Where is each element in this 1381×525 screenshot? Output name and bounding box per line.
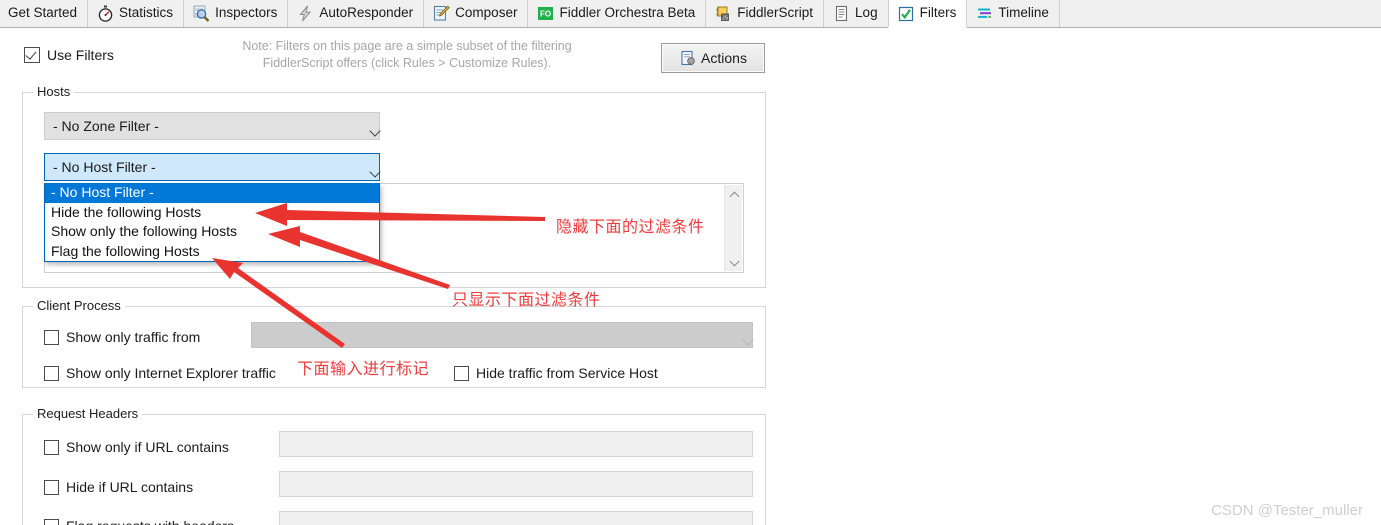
show-only-traffic-from-row[interactable]: Show only traffic from [44, 329, 200, 345]
show-only-traffic-from-checkbox[interactable] [44, 329, 59, 345]
tab-fiddlerscript[interactable]: JS FiddlerScript [706, 0, 825, 27]
tab-statistics[interactable]: Statistics [88, 0, 185, 27]
flag-requests-with-headers-checkbox[interactable] [44, 518, 59, 525]
document-gear-icon [679, 49, 697, 67]
scroll-up-icon[interactable] [725, 185, 743, 203]
tab-label: Get Started [8, 5, 78, 21]
tab-label: Statistics [119, 5, 174, 21]
host-filter-value: - No Host Filter - [53, 159, 156, 175]
flag-requests-with-headers-input[interactable] [279, 511, 753, 525]
flag-requests-with-headers-row[interactable]: Flag requests with headers [44, 518, 234, 525]
tab-label: Composer [455, 5, 518, 21]
host-filter-dropdown-list[interactable]: - No Host Filter - Hide the following Ho… [44, 183, 380, 262]
annotation-show-only-following: 只显示下面过滤条件 [452, 292, 601, 309]
green-check-icon [897, 5, 915, 23]
client-process-combobox[interactable] [251, 322, 753, 348]
zone-filter-value: - No Zone Filter - [53, 118, 159, 134]
fiddler-filters-window: Get Started Statistics 1010 0101 [0, 0, 1381, 525]
annotation-flag-following: 下面输入进行标记 [297, 361, 430, 378]
show-only-if-url-contains-label: Show only if URL contains [66, 439, 229, 455]
tab-label: Filters [919, 5, 957, 21]
filters-note-line1: Note: Filters on this page are a simple … [242, 39, 572, 53]
fo-badge-icon: FO [536, 5, 554, 23]
tab-get-started[interactable]: Get Started [0, 0, 89, 27]
notepad-pencil-icon [432, 5, 450, 23]
tab-label: Timeline [998, 5, 1049, 21]
tab-label: Inspectors [215, 5, 278, 21]
dropdown-option-flag-following-hosts[interactable]: Flag the following Hosts [45, 242, 379, 262]
tab-label: Fiddler Orchestra Beta [559, 5, 696, 21]
svg-text:FO: FO [540, 10, 551, 19]
scroll-down-icon[interactable] [725, 253, 743, 271]
hide-service-host-row[interactable]: Hide traffic from Service Host [454, 365, 658, 381]
svg-text:JS: JS [722, 16, 729, 22]
tab-filters[interactable]: Filters [887, 0, 968, 28]
filters-note-line2: FiddlerScript offers (click Rules > Cust… [262, 56, 552, 70]
actions-button-label: Actions [701, 50, 747, 66]
tab-fiddler-orchestra-beta[interactable]: FO Fiddler Orchestra Beta [528, 0, 707, 27]
show-only-ie-traffic-row[interactable]: Show only Internet Explorer traffic [44, 365, 276, 381]
dropdown-option-hide-following-hosts[interactable]: Hide the following Hosts [45, 203, 379, 223]
tab-timeline[interactable]: Timeline [967, 0, 1060, 27]
tab-inspectors[interactable]: 1010 0101 Inspectors [184, 0, 289, 27]
filters-note: Note: Filters on this page are a simple … [168, 38, 646, 72]
show-only-if-url-contains-input[interactable] [279, 431, 753, 457]
watermark: CSDN @Tester_muller [1211, 502, 1363, 519]
client-process-group-label: Client Process [33, 298, 125, 313]
hosts-textarea-scrollbar[interactable] [724, 185, 742, 271]
show-only-traffic-from-label: Show only traffic from [66, 329, 201, 345]
show-only-if-url-contains-row[interactable]: Show only if URL contains [44, 439, 229, 455]
tab-composer[interactable]: Composer [424, 0, 529, 27]
tab-label: AutoResponder [319, 5, 414, 21]
hide-if-url-contains-label: Hide if URL contains [66, 479, 194, 495]
annotation-hide-following: 隐藏下面的过滤条件 [556, 219, 705, 236]
hide-if-url-contains-row[interactable]: Hide if URL contains [44, 479, 193, 495]
actions-button[interactable]: Actions [661, 43, 765, 73]
tab-autoresponder[interactable]: AutoResponder [288, 0, 425, 27]
show-only-ie-traffic-label: Show only Internet Explorer traffic [66, 365, 276, 381]
show-only-ie-traffic-checkbox[interactable] [44, 365, 59, 381]
use-filters-row[interactable]: Use Filters [24, 47, 114, 63]
use-filters-checkbox[interactable] [24, 47, 40, 63]
script-js-icon: JS [714, 5, 732, 23]
hide-service-host-label: Hide traffic from Service Host [476, 365, 658, 381]
tab-bar-filler [1059, 0, 1381, 27]
main-tab-bar: Get Started Statistics 1010 0101 [0, 0, 1381, 28]
request-headers-group-label: Request Headers [33, 406, 143, 421]
tab-label: FiddlerScript [737, 5, 814, 21]
use-filters-label: Use Filters [47, 47, 114, 63]
timeline-bars-icon [975, 5, 993, 23]
magnifier-icon: 1010 0101 [192, 5, 210, 23]
hide-if-url-contains-checkbox[interactable] [44, 479, 59, 495]
log-page-icon [832, 5, 850, 23]
host-filter-combobox[interactable]: - No Host Filter - [44, 153, 380, 181]
dropdown-option-no-host-filter[interactable]: - No Host Filter - [45, 183, 379, 203]
tab-label: Log [855, 5, 878, 21]
dropdown-option-show-only-following-hosts[interactable]: Show only the following Hosts [45, 222, 379, 242]
hosts-group-label: Hosts [33, 84, 75, 99]
tab-log[interactable]: Log [824, 0, 889, 27]
lightning-icon [296, 5, 314, 23]
show-only-if-url-contains-checkbox[interactable] [44, 439, 59, 455]
hide-service-host-checkbox[interactable] [454, 365, 469, 381]
stopwatch-icon [96, 5, 114, 23]
flag-requests-with-headers-label: Flag requests with headers [66, 518, 234, 525]
zone-filter-combobox[interactable]: - No Zone Filter - [44, 112, 380, 140]
hide-if-url-contains-input[interactable] [279, 471, 753, 497]
